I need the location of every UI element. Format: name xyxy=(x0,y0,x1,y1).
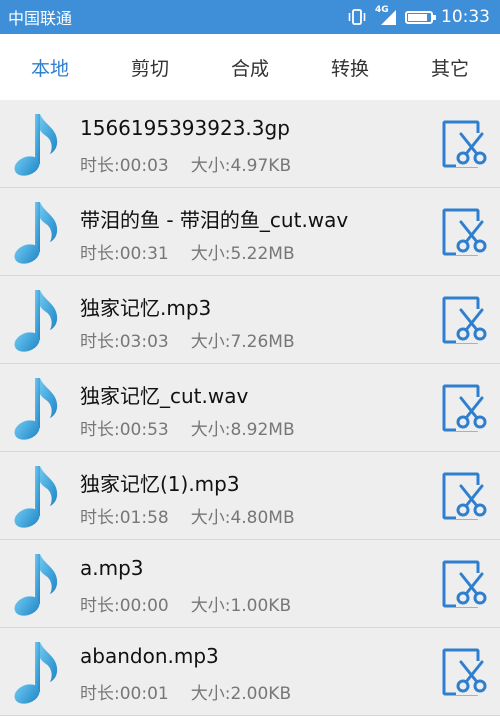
file-size: 大小:7.26MB xyxy=(190,332,295,352)
cut-icon[interactable] xyxy=(440,207,490,257)
list-item[interactable]: 独家记忆(1).mp3 时长:01:58 大小:4.80MB xyxy=(0,452,500,540)
tab-local[interactable]: 本地 xyxy=(0,54,100,81)
music-note-icon xyxy=(14,466,58,528)
file-meta: 时长:00:03 大小:4.97KB xyxy=(80,151,291,176)
file-name: 1566195393923.3gp xyxy=(80,116,290,140)
tab-merge[interactable]: 合成 xyxy=(200,54,300,81)
tab-convert[interactable]: 转换 xyxy=(300,54,400,81)
clock: 10:33 xyxy=(441,7,490,27)
music-note-icon xyxy=(14,290,58,352)
tab-other[interactable]: 其它 xyxy=(400,54,500,81)
file-meta: 时长:00:31 大小:5.22MB xyxy=(80,239,295,264)
music-note-icon xyxy=(14,378,58,440)
cut-icon[interactable] xyxy=(440,119,490,169)
file-meta: 时长:03:03 大小:7.26MB xyxy=(80,327,295,352)
file-size: 大小:4.97KB xyxy=(190,156,292,176)
tab-cut[interactable]: 剪切 xyxy=(100,54,200,81)
battery-level xyxy=(408,13,427,21)
file-size: 大小:5.22MB xyxy=(190,244,295,264)
file-name: 独家记忆(1).mp3 xyxy=(80,472,240,496)
file-duration: 时长:01:58 xyxy=(80,508,169,528)
file-meta: 时长:00:53 大小:8.92MB xyxy=(80,415,295,440)
file-name: 独家记忆_cut.wav xyxy=(80,384,249,408)
file-size: 大小:1.00KB xyxy=(190,596,292,616)
battery-icon xyxy=(405,10,436,24)
signal-icon xyxy=(381,10,396,25)
cut-icon[interactable] xyxy=(440,295,490,345)
music-note-icon xyxy=(14,202,58,264)
file-size: 大小:4.80MB xyxy=(190,508,295,528)
list-item[interactable]: 独家记忆.mp3 时长:03:03 大小:7.26MB xyxy=(0,276,500,364)
status-icons: 4G 10:33 xyxy=(347,5,490,27)
list-item[interactable]: 带泪的鱼 - 带泪的鱼_cut.wav 时长:00:31 大小:5.22MB xyxy=(0,188,500,276)
file-name: 带泪的鱼 - 带泪的鱼_cut.wav xyxy=(80,208,349,232)
file-meta: 时长:01:58 大小:4.80MB xyxy=(80,503,295,528)
carrier-label: 中国联通 xyxy=(8,9,73,28)
file-size: 大小:8.92MB xyxy=(190,420,295,440)
file-duration: 时长:03:03 xyxy=(80,332,169,352)
music-note-icon xyxy=(14,642,58,704)
cut-icon[interactable] xyxy=(440,383,490,433)
cut-icon[interactable] xyxy=(440,559,490,609)
cut-icon[interactable] xyxy=(440,471,490,521)
list-item[interactable]: abandon.mp3 时长:00:01 大小:2.00KB xyxy=(0,628,500,716)
tab-bar: 本地 剪切 合成 转换 其它 xyxy=(0,34,500,100)
file-duration: 时长:00:53 xyxy=(80,420,169,440)
vibrate-icon xyxy=(348,9,366,25)
file-name: 独家记忆.mp3 xyxy=(80,296,212,320)
file-name: abandon.mp3 xyxy=(80,644,219,668)
signal-indicator: 4G xyxy=(375,5,397,26)
file-duration: 时长:00:00 xyxy=(80,596,169,616)
file-duration: 时长:00:03 xyxy=(80,156,169,176)
list-item[interactable]: 独家记忆_cut.wav 时长:00:53 大小:8.92MB xyxy=(0,364,500,452)
file-list: 1566195393923.3gp 时长:00:03 大小:4.97KB 带泪的… xyxy=(0,100,500,716)
file-name: a.mp3 xyxy=(80,556,144,580)
list-item[interactable]: a.mp3 时长:00:00 大小:1.00KB xyxy=(0,540,500,628)
music-note-icon xyxy=(14,554,58,616)
file-duration: 时长:00:01 xyxy=(80,684,169,704)
file-size: 大小:2.00KB xyxy=(190,684,292,704)
file-duration: 时长:00:31 xyxy=(80,244,169,264)
file-meta: 时长:00:00 大小:1.00KB xyxy=(80,591,291,616)
file-meta: 时长:00:01 大小:2.00KB xyxy=(80,679,291,704)
status-bar: 中国联通 4G 10:33 xyxy=(0,0,500,34)
list-item[interactable]: 1566195393923.3gp 时长:00:03 大小:4.97KB xyxy=(0,100,500,188)
cut-icon[interactable] xyxy=(440,647,490,697)
music-note-icon xyxy=(14,114,58,176)
